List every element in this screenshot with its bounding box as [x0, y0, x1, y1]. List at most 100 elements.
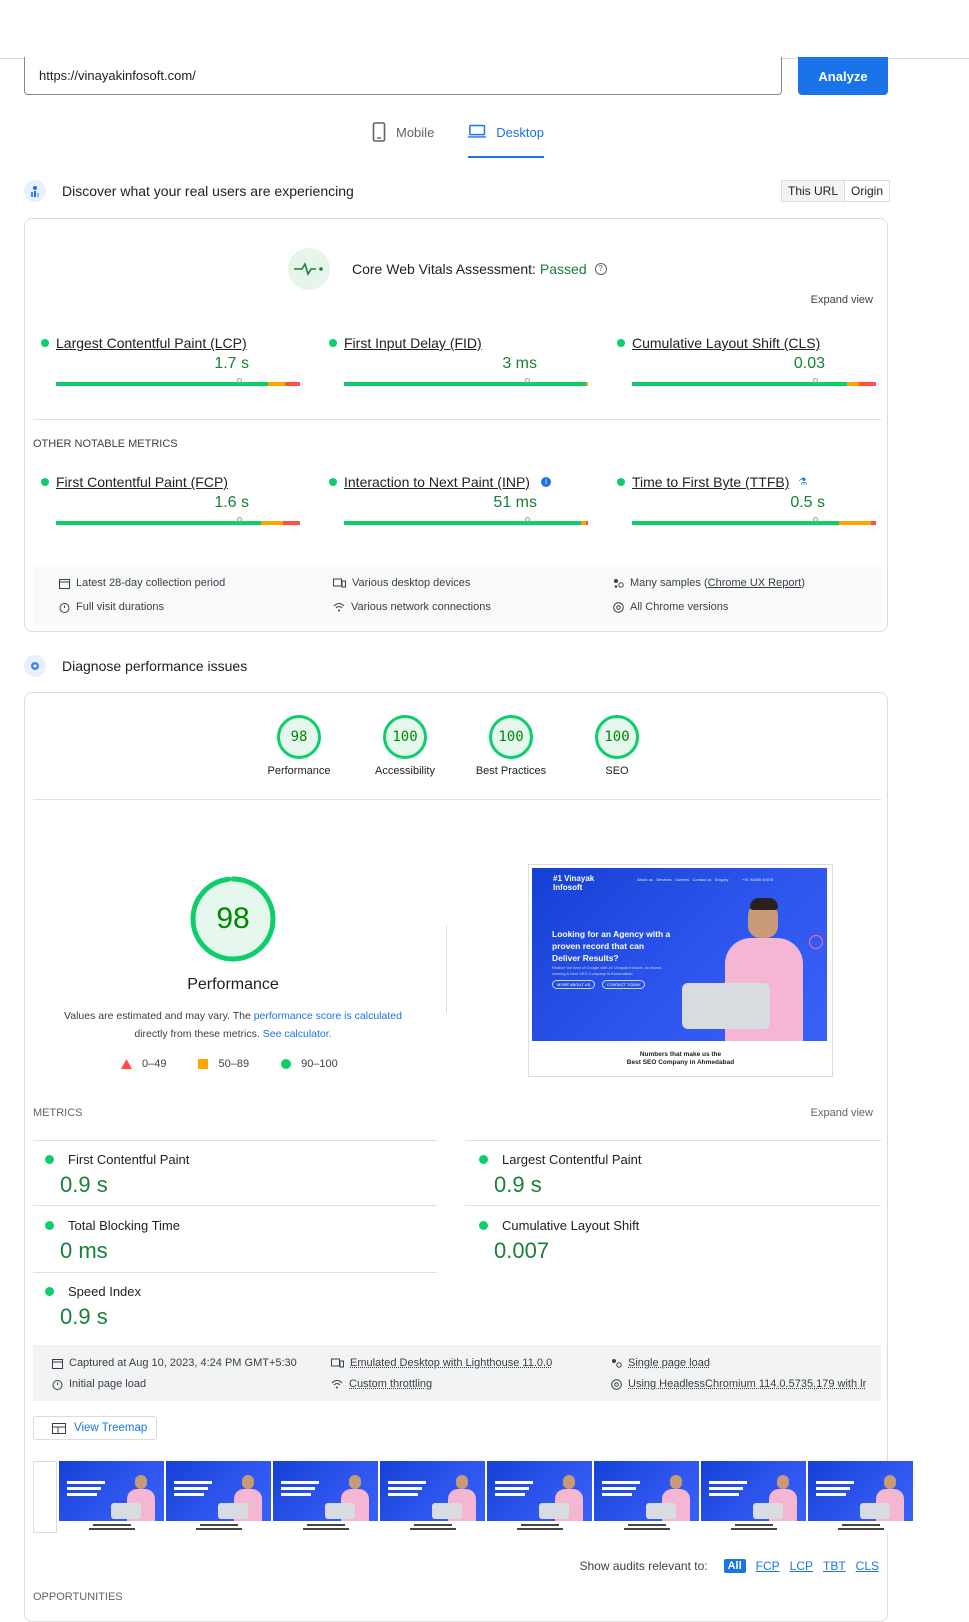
see-calculator-link[interactable]: See calculator. — [263, 1028, 332, 1040]
frame-laptop — [753, 1503, 783, 1519]
info-text: Full visit durations — [76, 601, 164, 613]
frame-person-head — [670, 1475, 682, 1489]
samples-icon — [613, 578, 624, 589]
category-label: Performance — [268, 765, 331, 777]
users-icon — [24, 180, 46, 202]
env-info-box: Captured at Aug 10, 2023, 4:24 PM GMT+5:… — [33, 1345, 881, 1401]
frame-text-line — [388, 1493, 418, 1496]
frame-caption-line — [303, 1528, 349, 1530]
performance-gauge[interactable]: 98 — [190, 876, 276, 962]
filmstrip-frame — [594, 1461, 699, 1533]
pass-dot-icon — [479, 1221, 488, 1230]
final-screenshot: #1 Vinayak Infosoft About us Services Ca… — [528, 864, 833, 1077]
env-text[interactable]: Single page load — [628, 1357, 710, 1369]
metric-value: 0.9 s — [60, 1172, 189, 1198]
env-text[interactable]: Emulated Desktop with Lighthouse 11.0.0 — [350, 1357, 552, 1369]
pass-dot-icon — [479, 1155, 488, 1164]
view-treemap-button[interactable]: View Treemap — [33, 1416, 157, 1440]
analyze-button[interactable]: Analyze — [798, 57, 888, 95]
filter-lcp[interactable]: LCP — [790, 1559, 813, 1573]
field-metric: Time to First Byte (TTFB) ⚗ 0.5 s — [617, 474, 867, 544]
help-icon[interactable]: ? — [595, 263, 607, 275]
timer-icon — [52, 1379, 63, 1390]
treemap-label: View Treemap — [74, 1422, 147, 1434]
metric-title[interactable]: Time to First Byte (TTFB) ⚗ — [617, 474, 867, 490]
legend-label: 90–100 — [301, 1058, 338, 1070]
metric-title[interactable]: Largest Contentful Paint (LCP) — [41, 335, 291, 351]
filter-all[interactable]: All — [724, 1559, 746, 1573]
tab-desktop-label: Desktop — [496, 125, 544, 140]
category-gauge[interactable]: 100 Best Practices — [461, 715, 561, 777]
devices-icon — [333, 578, 346, 589]
field-expand-view[interactable]: Expand view — [811, 294, 873, 306]
frame-laptop — [860, 1503, 890, 1519]
frame-text-line — [388, 1487, 422, 1490]
metric-divider — [465, 1140, 881, 1141]
screenshot-hero: #1 Vinayak Infosoft About us Services Ca… — [532, 868, 827, 1041]
metric-title[interactable]: Cumulative Layout Shift (CLS) — [617, 335, 867, 351]
vertical-divider — [446, 925, 447, 1013]
screenshot-caption: Numbers that make us the Best SEO Compan… — [529, 1051, 832, 1067]
filter-cls[interactable]: CLS — [856, 1559, 879, 1573]
frame-caption-line — [624, 1528, 670, 1530]
deco-ring — [809, 935, 823, 949]
url-origin-toggle: This URL Origin — [781, 180, 890, 202]
tab-desktop[interactable]: Desktop — [468, 122, 544, 158]
metric-title[interactable]: First Contentful Paint (FCP) — [41, 474, 291, 490]
metric-label: Cumulative Layout Shift — [502, 1218, 639, 1233]
frame-person-head — [563, 1475, 575, 1489]
metric-divider — [33, 1205, 437, 1206]
filter-label: Show audits relevant to: — [580, 1559, 708, 1573]
category-label: SEO — [605, 765, 628, 777]
toggle-this-url[interactable]: This URL — [782, 181, 845, 201]
filmstrip-frame-blank — [33, 1461, 57, 1533]
frame-text-line — [709, 1493, 739, 1496]
info-icon[interactable]: i — [541, 477, 551, 487]
toggle-origin[interactable]: Origin — [845, 181, 889, 201]
dist-average — [261, 521, 283, 525]
metric-value: 0.9 s — [494, 1172, 641, 1198]
triangle-icon — [121, 1059, 132, 1069]
frame-caption-line — [200, 1524, 238, 1526]
metrics-expand-view[interactable]: Expand view — [811, 1107, 873, 1119]
filter-tbt[interactable]: TBT — [823, 1559, 846, 1573]
distribution-bar — [632, 521, 876, 525]
distribution-bar — [344, 382, 588, 386]
frame-text-line — [709, 1481, 747, 1484]
laptop-shape — [682, 983, 770, 1029]
screenshot-nav: About us Services Careers Contact us Enq… — [637, 877, 728, 882]
tab-mobile[interactable]: Mobile — [372, 122, 434, 156]
pass-dot-icon — [45, 1287, 54, 1296]
metric-title[interactable]: Interaction to Next Paint (INP) i — [329, 474, 579, 490]
pass-dot-icon — [617, 339, 625, 347]
crux-link[interactable]: Chrome UX Report — [708, 577, 802, 589]
lab-data-card: 98 Performance 100 Accessibility 100 Best Pra… — [24, 692, 888, 1622]
calendar-icon — [52, 1358, 63, 1369]
devices-icon — [331, 1358, 344, 1369]
experimental-flask-icon[interactable]: ⚗ — [798, 477, 807, 488]
frame-text-line — [602, 1481, 640, 1484]
category-gauge[interactable]: 100 SEO — [567, 715, 667, 777]
env-text[interactable]: Custom throttling — [349, 1378, 432, 1390]
filter-fcp[interactable]: FCP — [756, 1559, 780, 1573]
frame-text-line — [816, 1481, 854, 1484]
category-gauge[interactable]: 100 Accessibility — [355, 715, 455, 777]
frame-text-line — [67, 1493, 97, 1496]
env-text[interactable]: Using HeadlessChromium 114.0.5735.179 wi… — [628, 1378, 866, 1390]
phone-icon — [372, 122, 386, 142]
filmstrip-frame — [380, 1461, 485, 1533]
category-gauge[interactable]: 98 Performance — [249, 715, 349, 777]
pass-dot-icon — [45, 1155, 54, 1164]
score-calc-link[interactable]: performance score is calculated — [254, 1010, 402, 1022]
score-note: Values are estimated and may vary. The p… — [55, 1007, 411, 1043]
frame-laptop — [539, 1503, 569, 1519]
frame-text-line — [281, 1487, 315, 1490]
tab-mobile-label: Mobile — [396, 125, 434, 140]
category-gauges: 98 Performance 100 Accessibility 100 Best Pra… — [249, 715, 689, 785]
frame-caption-line — [410, 1528, 456, 1530]
frame-laptop — [218, 1503, 248, 1519]
metric-title[interactable]: First Input Delay (FID) — [329, 335, 579, 351]
legend-label: 0–49 — [142, 1058, 166, 1070]
filmstrip-frame — [487, 1461, 592, 1533]
url-input[interactable] — [24, 57, 782, 95]
